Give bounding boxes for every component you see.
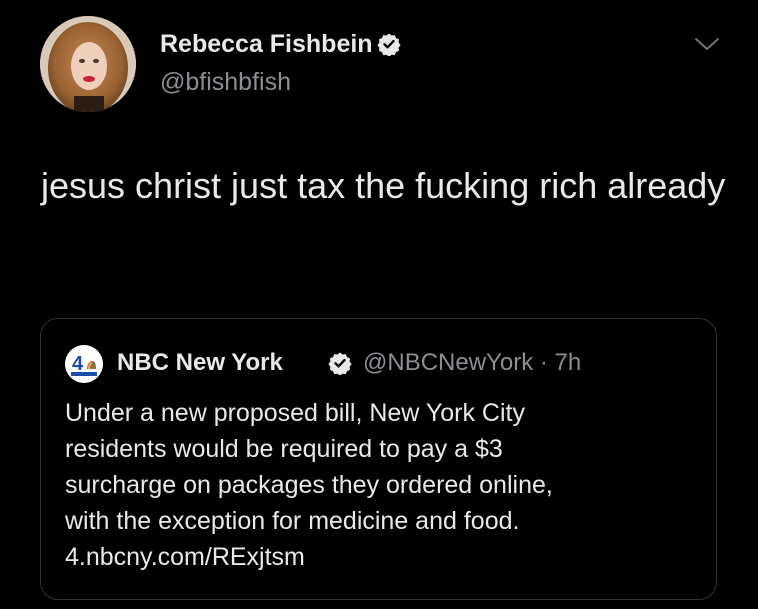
verified-badge-icon: [376, 33, 401, 56]
quoted-author-name[interactable]: NBC New York: [117, 349, 283, 377]
quoted-author-handle-time[interactable]: @NBCNewYork · 7h: [363, 349, 581, 377]
quoted-text-line: surcharge on packages they ordered onlin…: [65, 471, 553, 499]
quoted-text-line: with the exception for medicine and food…: [65, 507, 520, 535]
author-display-name[interactable]: Rebecca Fishbein: [160, 30, 401, 59]
author-name-text: Rebecca Fishbein: [160, 30, 373, 58]
tweet-text: jesus christ just tax the fucking rich a…: [41, 165, 726, 206]
quoted-text-line: Under a new proposed bill, New York City: [65, 399, 525, 427]
author-avatar[interactable]: [40, 16, 136, 112]
quoted-tweet-text: Under a new proposed bill, New York City…: [65, 395, 705, 575]
avatar-photo-icon: [40, 16, 136, 112]
quoted-text-line: residents would be required to pay a $3: [65, 435, 503, 463]
chevron-down-icon[interactable]: [694, 36, 720, 52]
quoted-link[interactable]: 4.nbcny.com/RExjtsm: [65, 539, 705, 575]
svg-text:4: 4: [72, 353, 84, 375]
author-handle[interactable]: @bfishbfish: [160, 68, 291, 97]
verified-badge-icon: [328, 352, 352, 375]
nbc-logo-icon: 4: [65, 345, 103, 383]
quoted-tweet[interactable]: 4 NBC New York @NBCNewYork · 7h Under a …: [40, 318, 717, 600]
tweet-card: Rebecca Fishbein @bfishbfish jesus chris…: [0, 0, 758, 609]
